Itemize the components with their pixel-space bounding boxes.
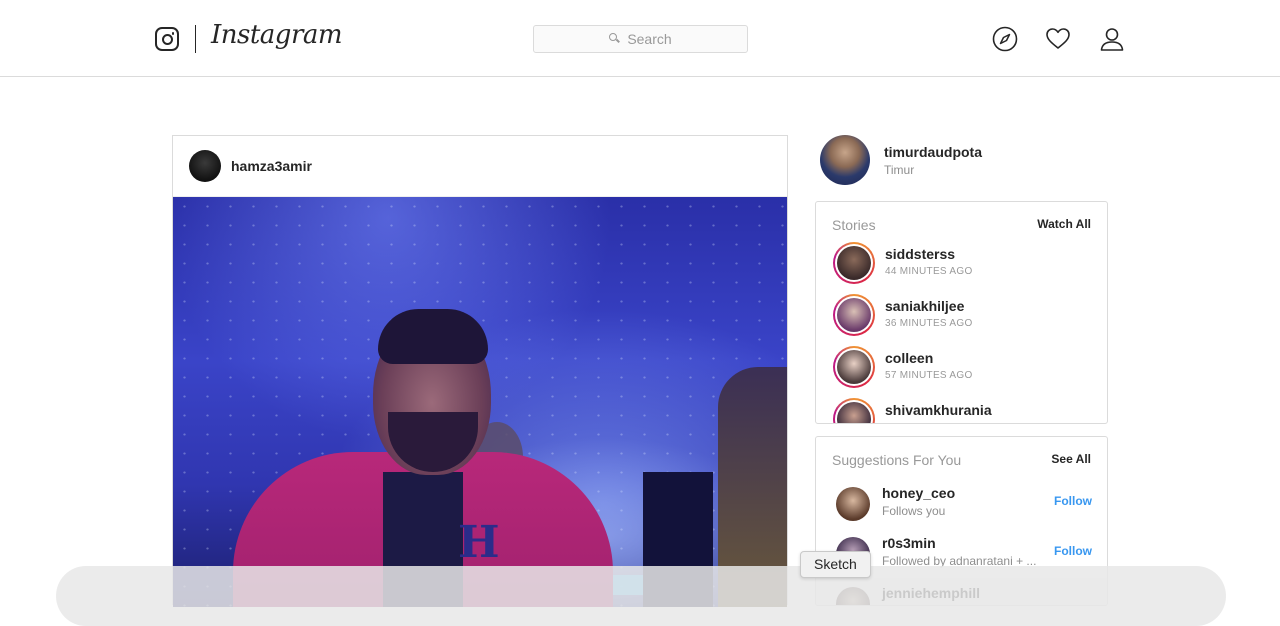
profile-icon[interactable] xyxy=(1099,26,1125,52)
see-all-button[interactable]: See All xyxy=(1051,452,1091,466)
stories-panel: Stories Watch All siddsterss 44 MINUTES … xyxy=(815,201,1108,424)
story-username: siddsterss xyxy=(885,246,956,262)
suggestion-avatar[interactable] xyxy=(836,487,870,521)
suggestions-title: Suggestions For You xyxy=(832,452,962,468)
profile-avatar[interactable] xyxy=(820,135,870,185)
feed-post: hamza3amir H xyxy=(172,135,788,607)
macos-dock xyxy=(56,566,1226,626)
story-item[interactable]: saniakhiljee 36 MINUTES AGO xyxy=(833,294,1103,338)
post-photo[interactable]: H xyxy=(173,197,787,607)
story-avatar xyxy=(837,402,871,423)
story-item[interactable]: colleen 57 MINUTES AGO xyxy=(833,346,1103,390)
watch-all-button[interactable]: Watch All xyxy=(1037,217,1091,231)
story-username: colleen xyxy=(885,350,934,366)
profile-fullname: Timur xyxy=(884,163,915,177)
story-item[interactable]: shivamkhurania xyxy=(833,398,1103,423)
story-timestamp: 36 MINUTES AGO xyxy=(885,318,973,329)
current-user-profile: timurdaudpota Timur xyxy=(820,135,1110,187)
person-hair xyxy=(378,309,488,364)
post-author-avatar[interactable] xyxy=(189,150,221,182)
dock-tooltip: Sketch xyxy=(800,551,871,578)
story-ring xyxy=(833,346,875,388)
jacket-letter: H xyxy=(458,517,500,568)
suggestion-username[interactable]: honey_ceo xyxy=(882,485,955,501)
story-item[interactable]: siddsterss 44 MINUTES AGO xyxy=(833,242,1103,286)
story-avatar xyxy=(837,246,871,280)
story-timestamp: 57 MINUTES AGO xyxy=(885,370,973,381)
search-placeholder: Search xyxy=(627,31,672,47)
compass-icon[interactable] xyxy=(992,26,1018,52)
follow-button[interactable]: Follow xyxy=(1054,544,1092,558)
stories-title: Stories xyxy=(832,217,876,233)
logo-divider xyxy=(195,25,196,53)
suggestion-subtitle: Follows you xyxy=(882,504,946,518)
instagram-camera-icon[interactable] xyxy=(155,27,179,51)
story-ring xyxy=(833,398,875,423)
story-avatar xyxy=(837,298,871,332)
story-timestamp: 44 MINUTES AGO xyxy=(885,266,973,277)
suggestion-item: honey_ceo Follows you Follow xyxy=(836,485,1096,525)
heart-icon[interactable] xyxy=(1045,26,1071,52)
story-ring xyxy=(833,242,875,284)
post-author-username[interactable]: hamza3amir xyxy=(231,158,312,174)
profile-username[interactable]: timurdaudpota xyxy=(884,144,982,160)
search-icon xyxy=(609,33,621,45)
story-ring xyxy=(833,294,875,336)
follow-button[interactable]: Follow xyxy=(1054,494,1092,508)
search-input[interactable]: Search xyxy=(533,25,748,53)
story-username: saniakhiljee xyxy=(885,298,965,314)
instagram-wordmark[interactable]: Instagram xyxy=(211,20,343,50)
story-username: shivamkhurania xyxy=(885,402,992,418)
post-header: hamza3amir xyxy=(173,136,787,197)
suggestion-username[interactable]: r0s3min xyxy=(882,535,936,551)
top-nav-bar: Instagram Search xyxy=(0,0,1280,77)
story-avatar xyxy=(837,350,871,384)
